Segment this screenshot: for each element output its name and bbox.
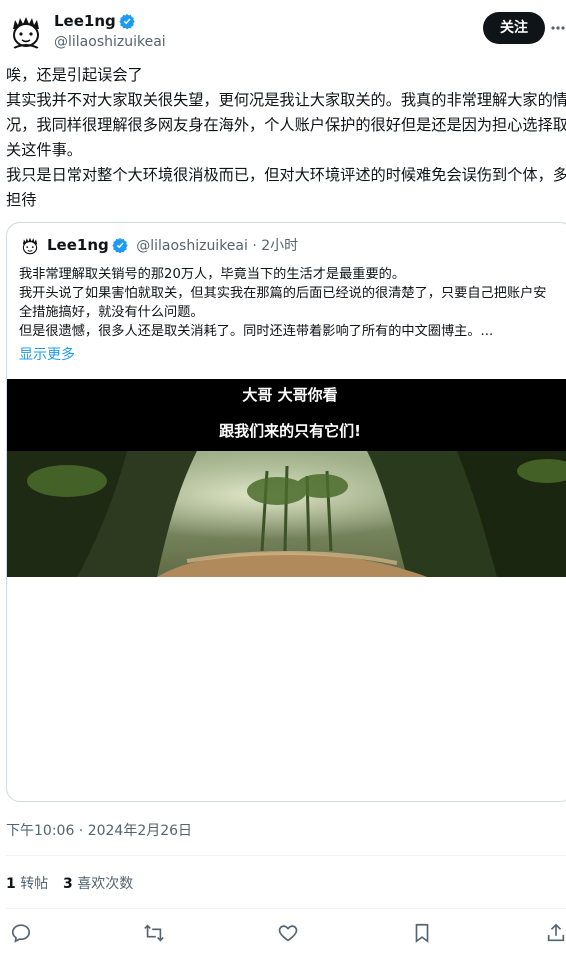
- likes-label: 喜欢次数: [77, 876, 134, 892]
- verified-badge-icon: [119, 13, 135, 30]
- quote-time: · 2小时: [252, 238, 299, 254]
- quote-header: Lee1ng @lilaoshizuikeai · 2小时: [47, 236, 298, 255]
- divider: [6, 908, 566, 909]
- quote-verified-badge-icon: [112, 237, 128, 254]
- media-caption-1: 大哥 大哥你看: [242, 386, 338, 404]
- jungle-scene-image: [7, 451, 566, 577]
- tweet-timestamp[interactable]: 下午10:06 · 2024年2月26日: [6, 820, 192, 840]
- retweet-stat[interactable]: 1 转帖: [6, 873, 48, 893]
- quote-tweet-card[interactable]: Lee1ng @lilaoshizuikeai · 2小时 我非常理解取关销号的…: [6, 222, 566, 802]
- like-heart-icon[interactable]: [277, 922, 299, 944]
- retweet-count: 1: [6, 876, 16, 892]
- show-more-link[interactable]: 显示更多: [19, 344, 75, 364]
- quote-avatar: [19, 235, 41, 257]
- follow-button[interactable]: 关注: [483, 12, 545, 44]
- quote-author-handle: @lilaoshizuikeai: [136, 238, 248, 254]
- quote-media[interactable]: 大哥 大哥你看 跟我们来的只有它们!: [7, 379, 566, 577]
- retweet-label: 转帖: [20, 876, 49, 892]
- author-info: Lee1ng @lilaoshizuikeai: [54, 12, 166, 51]
- retweet-icon[interactable]: [143, 922, 165, 944]
- likes-stat[interactable]: 3 喜欢次数: [63, 873, 133, 893]
- author-avatar[interactable]: [6, 12, 46, 52]
- author-handle[interactable]: @lilaoshizuikeai: [54, 33, 166, 51]
- author-name[interactable]: Lee1ng: [54, 12, 166, 30]
- divider: [6, 855, 566, 856]
- media-caption-2: 跟我们来的只有它们!: [219, 422, 361, 440]
- tweet-text: 唉，还是引起误会了 其实我并不对大家取关很失望，更何况是我让大家取关的。我真的非…: [6, 66, 566, 209]
- bookmark-icon[interactable]: [411, 922, 433, 944]
- quote-text: 我非常理解取关销号的那20万人，毕竟当下的生活才是最重要的。 我开头说了如果害怕…: [19, 267, 547, 339]
- share-icon[interactable]: [545, 922, 566, 944]
- more-options-icon[interactable]: [551, 20, 565, 36]
- likes-count: 3: [63, 876, 73, 892]
- reply-icon[interactable]: [10, 922, 32, 944]
- quote-author-name: Lee1ng: [47, 236, 109, 254]
